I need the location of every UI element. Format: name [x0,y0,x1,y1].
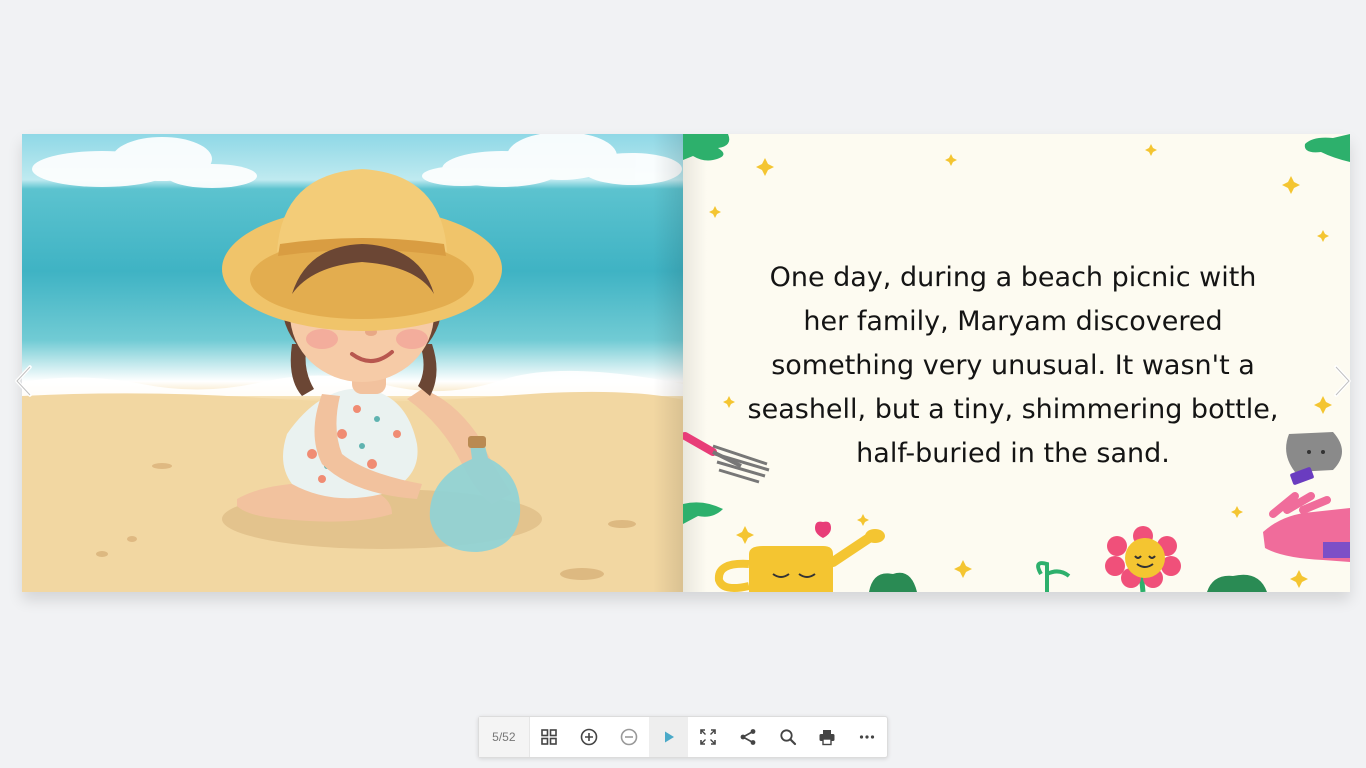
zoom-out-button[interactable] [609,717,649,757]
grid-icon [541,729,558,745]
previous-page-button[interactable] [12,364,36,398]
sprout-icon [1036,561,1049,592]
thumbnails-button[interactable] [530,717,570,757]
zoom-in-icon [580,728,598,746]
story-text: One day, during a beach picnic with her … [747,262,1279,469]
beach-girl-illustration [22,134,683,592]
chevron-right-icon [1334,365,1351,397]
bush-icon [1207,574,1267,592]
next-page-button[interactable] [1330,364,1354,398]
heart-icon [815,521,831,538]
zoom-out-icon [620,728,638,746]
share-button[interactable] [728,717,768,757]
left-page-illustration [22,134,683,592]
leaf-icon [683,134,730,161]
autoplay-button[interactable] [648,717,689,757]
search-icon [780,729,796,746]
share-icon [740,729,756,745]
more-options-button[interactable] [847,717,887,757]
viewer-toolbar: 5/52 [478,716,888,758]
book-spread: One day, during a beach picnic with her … [22,134,1350,592]
fullscreen-button[interactable] [688,717,728,757]
print-button[interactable] [808,717,848,757]
leaf-icon [683,502,723,524]
print-icon [819,730,835,746]
page-counter[interactable]: 5/52 [479,717,530,757]
shovel-icon [1286,432,1342,485]
glove-icon [1263,492,1350,562]
fullscreen-icon [700,729,717,745]
zoom-in-button[interactable] [569,717,609,757]
search-button[interactable] [768,717,808,757]
bush-icon [869,572,917,592]
play-icon [664,731,674,743]
chevron-left-icon [15,365,32,397]
leaf-icon [1304,134,1350,162]
flipbook-viewer: One day, during a beach picnic with her … [0,0,1366,768]
flower-icon [1105,526,1181,592]
more-icon [860,735,875,739]
right-page-text: One day, during a beach picnic with her … [683,134,1350,592]
